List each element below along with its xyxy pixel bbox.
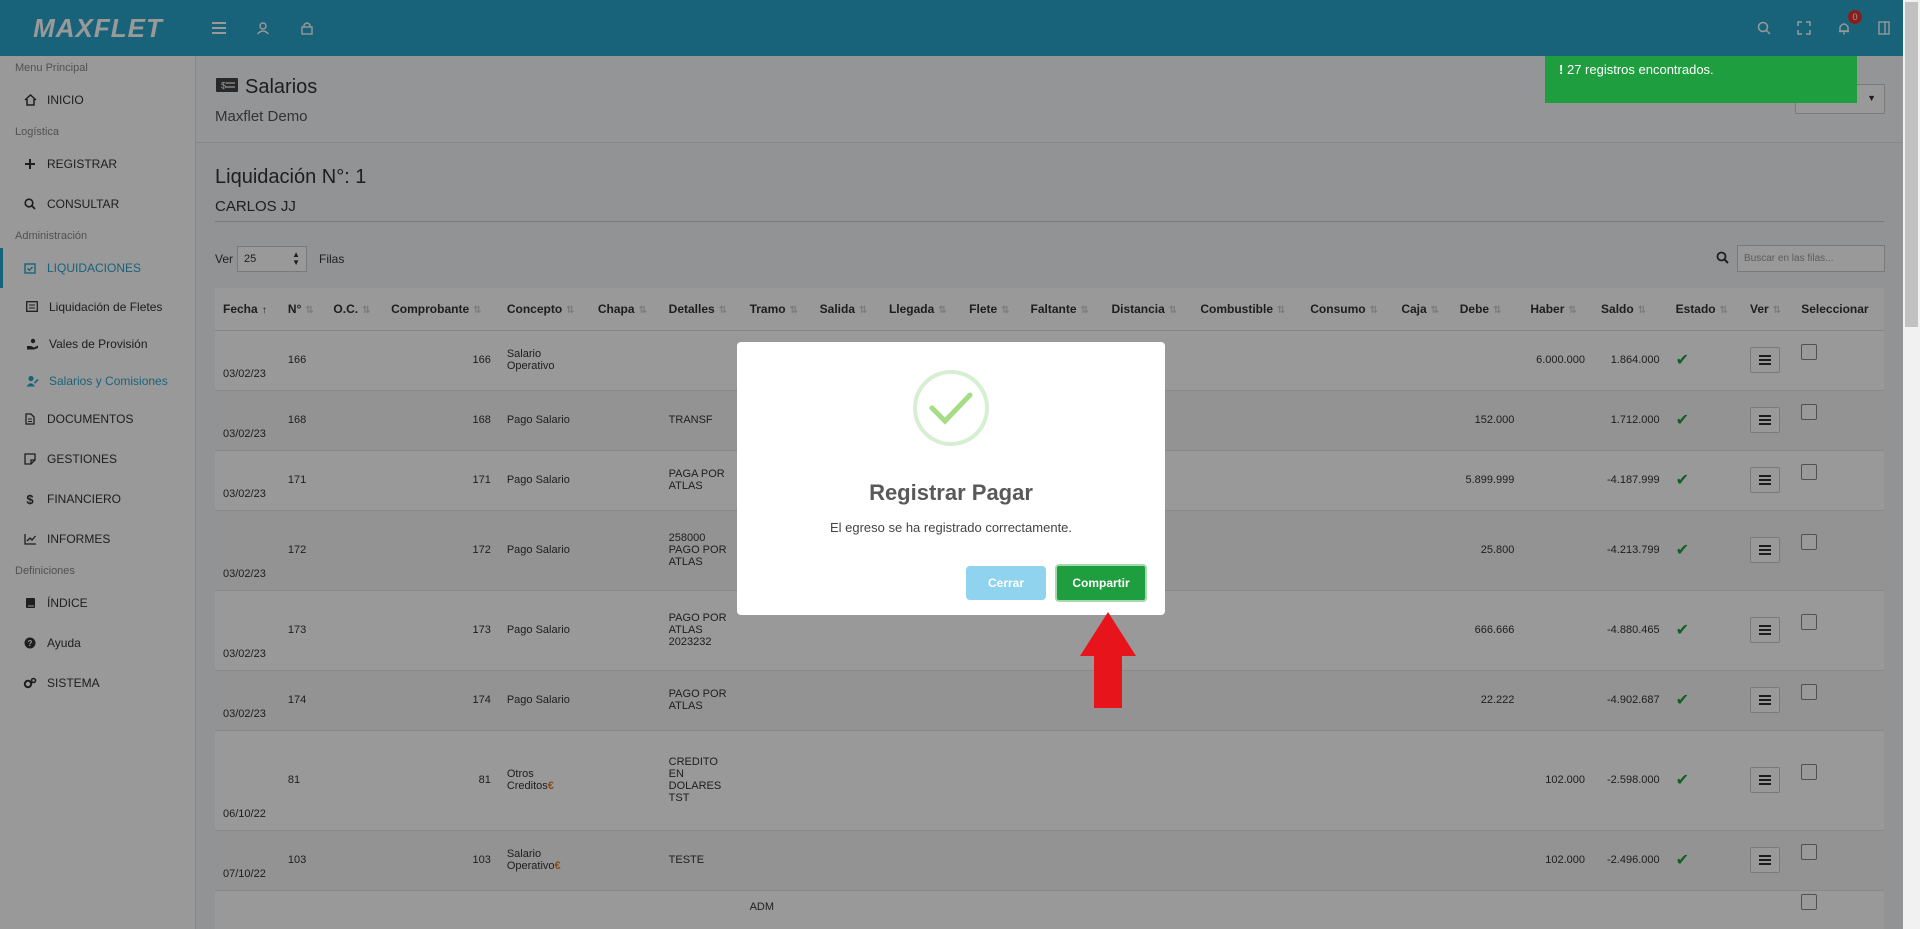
- success-check-icon: [913, 370, 989, 446]
- exclamation-icon: !: [1559, 62, 1564, 77]
- toast-text: 27 registros encontrados.: [1566, 62, 1714, 77]
- red-arrow-annotation: [1080, 612, 1136, 708]
- success-toast: ! 27 registros encontrados.: [1545, 56, 1857, 103]
- success-modal: Registrar Pagar El egreso se ha registra…: [737, 342, 1165, 615]
- close-button[interactable]: Cerrar: [966, 566, 1046, 600]
- page-scrollbar[interactable]: [1903, 0, 1920, 929]
- modal-message: El egreso se ha registrado correctamente…: [829, 520, 1073, 535]
- modal-title: Registrar Pagar: [869, 480, 1033, 505]
- share-button[interactable]: Compartir: [1055, 564, 1147, 602]
- scrollbar-thumb[interactable]: [1905, 2, 1918, 327]
